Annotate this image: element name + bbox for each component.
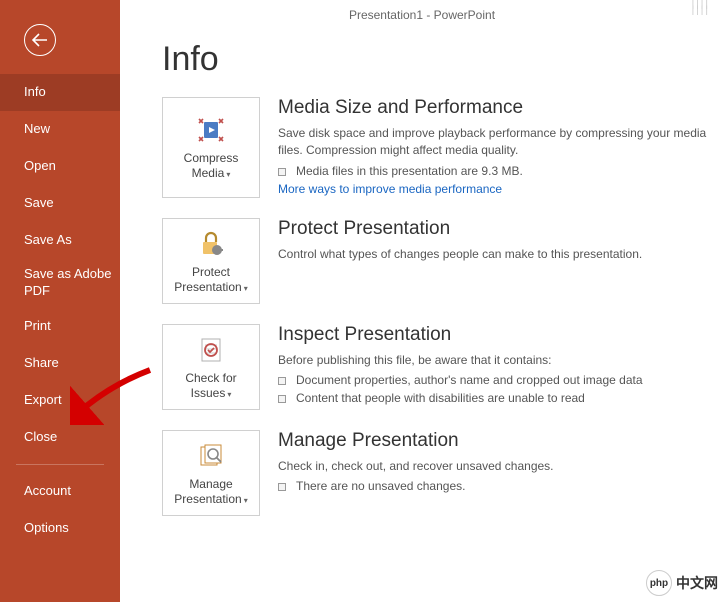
protect-heading: Protect Presentation bbox=[278, 218, 708, 240]
backstage-sidebar: InfoNewOpenSaveSave AsSave as Adobe PDFP… bbox=[0, 0, 120, 602]
nav-item-open[interactable]: Open bbox=[0, 148, 120, 185]
inspect-desc: Before publishing this file, be aware th… bbox=[278, 352, 708, 369]
media-bullet-text: Media files in this presentation are 9.3… bbox=[296, 164, 523, 178]
nav-item-new[interactable]: New bbox=[0, 111, 120, 148]
nav-item-save[interactable]: Save bbox=[0, 185, 120, 222]
compress-media-label: Compress Media bbox=[167, 151, 255, 181]
manage-presentation-button[interactable]: Manage Presentation bbox=[162, 430, 260, 516]
media-link[interactable]: More ways to improve media performance bbox=[278, 182, 502, 196]
bullet-icon bbox=[278, 483, 286, 491]
protect-presentation-button[interactable]: Protect Presentation bbox=[162, 218, 260, 304]
section-media: Compress Media Media Size and Performanc… bbox=[162, 97, 724, 198]
nav-item-account[interactable]: Account bbox=[0, 473, 120, 510]
nav-item-close[interactable]: Close bbox=[0, 419, 120, 456]
media-heading: Media Size and Performance bbox=[278, 97, 708, 119]
protect-label: Protect Presentation bbox=[167, 265, 255, 295]
manage-icon bbox=[196, 439, 226, 473]
nav-item-save-as-adobe-pdf[interactable]: Save as Adobe PDF bbox=[0, 258, 120, 308]
nav-item-options[interactable]: Options bbox=[0, 510, 120, 547]
window-drag-grip: |||||||| bbox=[692, 2, 710, 14]
back-arrow-icon bbox=[32, 33, 48, 47]
manage-desc: Check in, check out, and recover unsaved… bbox=[278, 458, 708, 475]
nav-item-share[interactable]: Share bbox=[0, 345, 120, 382]
watermark: php 中文网 bbox=[646, 570, 718, 596]
nav-item-save-as[interactable]: Save As bbox=[0, 222, 120, 259]
bullet-icon bbox=[278, 395, 286, 403]
back-button[interactable] bbox=[24, 24, 56, 56]
compress-media-button[interactable]: Compress Media bbox=[162, 97, 260, 198]
nav-item-info[interactable]: Info bbox=[0, 74, 120, 111]
bullet-icon bbox=[278, 168, 286, 176]
nav-item-print[interactable]: Print bbox=[0, 308, 120, 345]
nav-separator bbox=[16, 464, 104, 465]
lock-icon bbox=[196, 227, 226, 261]
nav-item-export[interactable]: Export bbox=[0, 382, 120, 419]
section-protect: Protect Presentation Protect Presentatio… bbox=[162, 218, 724, 304]
manage-label: Manage Presentation bbox=[167, 477, 255, 507]
watermark-text: 中文网 bbox=[676, 573, 718, 593]
inspect-heading: Inspect Presentation bbox=[278, 324, 708, 346]
page-title: Info bbox=[162, 40, 724, 79]
media-bullet: Media files in this presentation are 9.3… bbox=[278, 164, 708, 178]
check-issues-button[interactable]: Check for Issues bbox=[162, 324, 260, 410]
watermark-logo: php bbox=[646, 570, 672, 596]
compress-media-icon bbox=[196, 113, 226, 147]
window-title: Presentation1 - PowerPoint bbox=[120, 0, 724, 22]
protect-desc: Control what types of changes people can… bbox=[278, 246, 708, 263]
checklist-icon bbox=[196, 333, 226, 367]
check-issues-label: Check for Issues bbox=[167, 371, 255, 401]
manage-heading: Manage Presentation bbox=[278, 430, 708, 452]
inspect-bullet-2: Content that people with disabilities ar… bbox=[278, 391, 708, 405]
inspect-bullet-1: Document properties, author's name and c… bbox=[278, 373, 708, 387]
bullet-icon bbox=[278, 377, 286, 385]
manage-bullet: There are no unsaved changes. bbox=[278, 479, 708, 493]
main-pane: |||||||| Presentation1 - PowerPoint Info… bbox=[120, 0, 724, 602]
media-desc: Save disk space and improve playback per… bbox=[278, 125, 708, 160]
section-manage: Manage Presentation Manage Presentation … bbox=[162, 430, 724, 516]
section-inspect: Check for Issues Inspect Presentation Be… bbox=[162, 324, 724, 410]
